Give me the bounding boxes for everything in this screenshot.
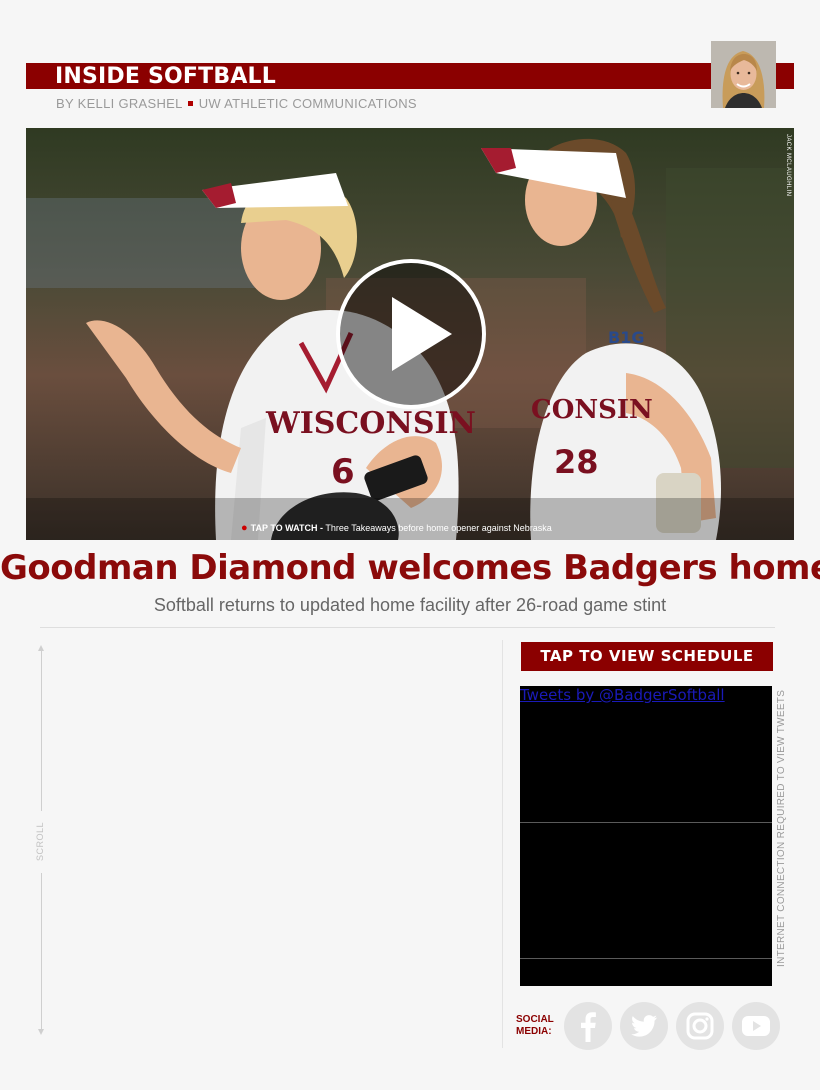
twitter-timeline[interactable]: Tweets by @BadgerSoftball xyxy=(520,686,772,986)
caption-label: TAP TO WATCH - xyxy=(250,523,323,533)
tweets-link[interactable]: Tweets by @BadgerSoftball xyxy=(520,686,725,704)
scroll-line-bottom xyxy=(41,873,42,1029)
youtube-button[interactable] xyxy=(732,1002,780,1050)
author-organization: UW ATHLETIC COMMUNICATIONS xyxy=(198,96,417,111)
twitter-button[interactable] xyxy=(620,1002,668,1050)
play-icon xyxy=(392,297,452,371)
play-button[interactable] xyxy=(336,259,486,409)
tweets-connection-note: INTERNET CONNECTION REQUIRED TO VIEW TWE… xyxy=(776,690,787,968)
svg-text:CONSIN: CONSIN xyxy=(531,395,653,425)
content-divider xyxy=(40,627,775,628)
instagram-icon xyxy=(686,1012,714,1040)
facebook-button[interactable] xyxy=(564,1002,612,1050)
scroll-label: SCROLL xyxy=(35,822,45,862)
scroll-down-arrow-icon xyxy=(38,1029,44,1035)
author-photo xyxy=(711,41,776,108)
svg-text:WISCONSIN: WISCONSIN xyxy=(265,406,476,441)
byline: BY KELLI GRASHEL UW ATHLETIC COMMUNICATIO… xyxy=(56,96,417,111)
caption-text: Three Takeaways before home opener again… xyxy=(325,523,552,533)
svg-text:28: 28 xyxy=(554,443,599,481)
instagram-button[interactable] xyxy=(676,1002,724,1050)
hero-video[interactable]: WISCONSIN 6 CONSIN 28 B1G JACK MCLAUGHLI… xyxy=(26,128,794,540)
social-media-label: SOCIAL MEDIA: xyxy=(516,1014,554,1038)
tweet-separator xyxy=(520,958,772,959)
scroll-line-top xyxy=(41,651,42,811)
byline-separator xyxy=(187,101,193,107)
youtube-icon xyxy=(742,1016,770,1036)
view-schedule-button[interactable]: TAP TO VIEW SCHEDULE xyxy=(521,642,773,671)
video-caption[interactable]: ● TAP TO WATCH - Three Takeaways before h… xyxy=(241,522,552,534)
caption-bullet-icon: ● xyxy=(241,522,248,534)
svg-text:6: 6 xyxy=(331,452,355,492)
tweet-separator xyxy=(520,822,772,823)
column-divider xyxy=(502,640,503,1048)
photo-credit: JACK MCLAUGHLIN xyxy=(785,134,791,197)
facebook-icon xyxy=(581,1012,596,1042)
scroll-indicator[interactable]: SCROLL xyxy=(35,645,45,1035)
article-subheadline: Softball returns to updated home facilit… xyxy=(153,595,667,615)
author-name: BY KELLI GRASHEL xyxy=(56,96,183,111)
svg-text:B1G: B1G xyxy=(608,328,644,347)
social-label-line2: MEDIA: xyxy=(516,1026,552,1037)
social-label-line1: SOCIAL xyxy=(516,1014,554,1025)
twitter-icon xyxy=(631,1015,657,1037)
section-title: INSIDE SOFTBALL xyxy=(55,64,276,89)
article-headline: Goodman Diamond welcomes Badgers home xyxy=(0,548,820,588)
